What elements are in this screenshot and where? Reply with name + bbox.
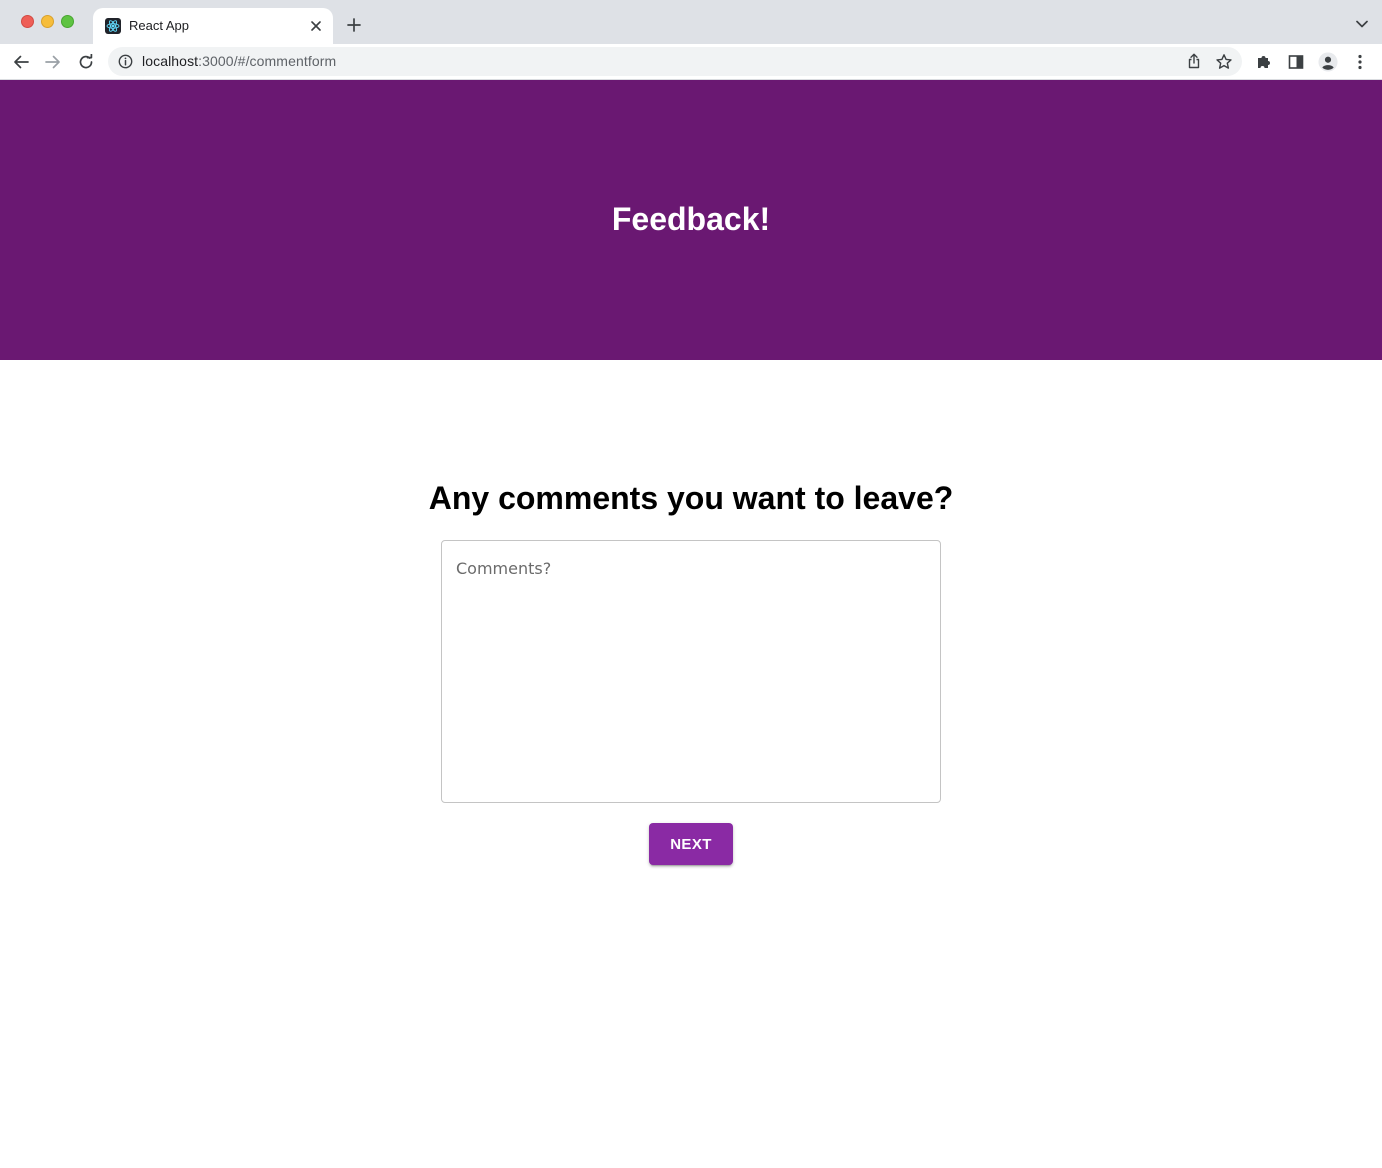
comments-textarea[interactable] <box>441 540 941 803</box>
close-icon[interactable] <box>307 17 325 35</box>
hero-banner: Feedback! <box>0 80 1382 360</box>
kebab-menu-icon[interactable] <box>1350 52 1370 72</box>
arrow-right-icon[interactable] <box>41 50 65 74</box>
url-text: localhost:3000/#/commentform <box>142 53 336 69</box>
tab-title: React App <box>129 18 189 33</box>
browser-tab-strip: React App <box>0 0 1382 44</box>
info-icon[interactable] <box>118 54 133 69</box>
profile-icon[interactable] <box>1318 52 1338 72</box>
react-icon <box>105 18 121 34</box>
next-button[interactable]: NEXT <box>649 823 733 865</box>
browser-toolbar: localhost:3000/#/commentform <box>0 44 1382 80</box>
reload-icon[interactable] <box>74 50 98 74</box>
page-title: Feedback! <box>611 200 771 237</box>
window-close-button[interactable] <box>21 15 34 28</box>
chevron-down-icon[interactable] <box>1354 16 1370 32</box>
address-bar[interactable]: localhost:3000/#/commentform <box>108 47 1242 76</box>
puzzle-icon[interactable] <box>1254 52 1274 72</box>
side-panel-icon[interactable] <box>1286 52 1306 72</box>
url-path: :3000/#/commentform <box>198 53 337 69</box>
window-zoom-button[interactable] <box>61 15 74 28</box>
url-host: localhost <box>142 53 199 69</box>
browser-tab-active[interactable]: React App <box>93 8 333 44</box>
arrow-left-icon[interactable] <box>9 50 33 74</box>
plus-icon[interactable] <box>344 15 364 35</box>
share-icon[interactable] <box>1186 53 1202 69</box>
window-minimize-button[interactable] <box>41 15 54 28</box>
comments-question: Any comments you want to leave? <box>428 480 954 516</box>
star-icon[interactable] <box>1215 53 1233 71</box>
